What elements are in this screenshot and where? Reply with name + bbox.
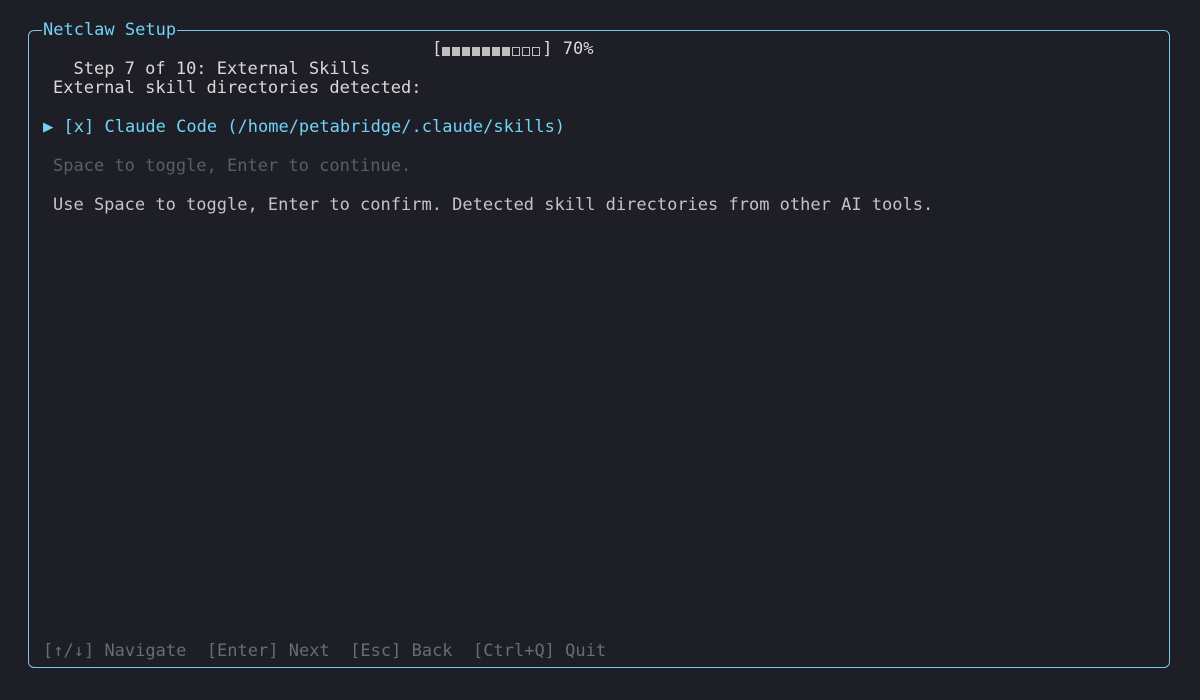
progress-bar: [] 70% [432,39,594,59]
step-label: Step 7 of 10: External Skills [73,59,371,79]
progress-cell-empty [522,47,531,56]
skill-directory-label: Claude Code (/home/petabridge/.claude/sk… [104,117,566,137]
toggle-hint: Space to toggle, Enter to continue. [53,156,412,176]
progress-cell-empty [512,47,521,56]
progress-percent: 70% [562,39,594,59]
progress-cell-filled [492,47,501,56]
progress-cells [442,42,542,56]
step-indicator: Step 7 of 10: External Skills [53,39,370,79]
section-heading: External skill directories detected: [53,78,422,98]
progress-cell-filled [442,47,451,56]
progress-cell-empty [532,47,541,56]
progress-cell-filled [472,47,481,56]
window-title: Netclaw Setup [42,20,178,40]
footer-key-quit[interactable]: [Ctrl+Q] Quit [473,641,606,661]
progress-cell-filled [482,47,491,56]
skill-checkbox[interactable]: [x] [64,117,95,137]
selection-cursor-icon: ▶ [43,117,54,137]
footer-key-navigate[interactable]: [↑/↓] Navigate [43,641,186,661]
keybinding-footer: [↑/↓] Navigate [Enter] Next [Esc] Back [… [43,641,606,661]
progress-cell-filled [462,47,471,56]
skill-directory-item[interactable]: ▶ [x] Claude Code (/home/petabridge/.cla… [43,117,565,137]
progress-cell-filled [452,47,461,56]
footer-key-back[interactable]: [Esc] Back [350,641,452,661]
footer-key-next[interactable]: [Enter] Next [207,641,330,661]
progress-cell-filled [502,47,511,56]
help-text: Use Space to toggle, Enter to confirm. D… [53,195,934,215]
